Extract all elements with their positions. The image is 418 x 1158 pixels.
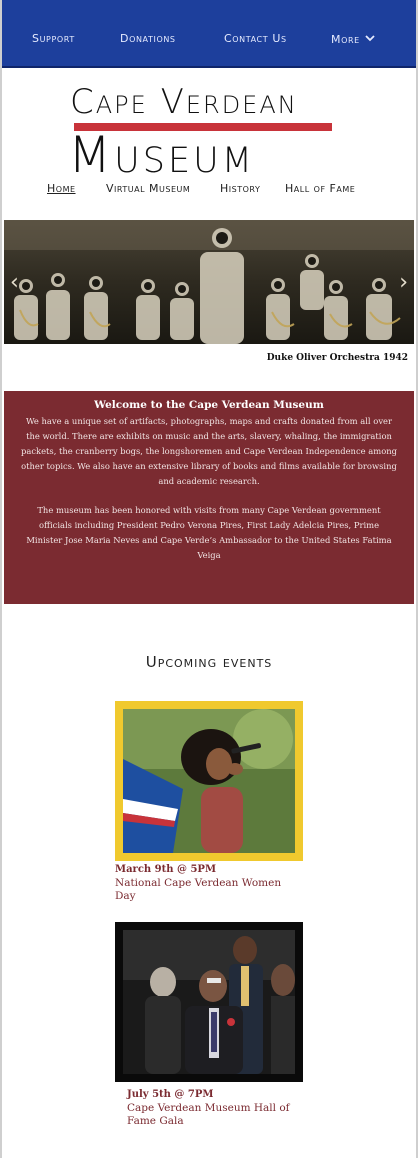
hero-slider[interactable]: ‹ › xyxy=(4,220,414,344)
main-navigation: Home Virtual Museum History Hall of Fame xyxy=(0,182,418,200)
event-1-image[interactable] xyxy=(115,701,303,861)
logo-line-2: Museum xyxy=(68,126,255,184)
orchestra-photo xyxy=(4,220,414,344)
nav-contact-us[interactable]: Contact Us xyxy=(224,32,287,45)
event-2-title[interactable]: Cape Verdean Museum Hall of Fame Gala xyxy=(127,1102,307,1128)
welcome-paragraph-2: The museum has been honored with visits … xyxy=(26,505,392,560)
welcome-title: Welcome to the Cape Verdean Museum xyxy=(94,399,324,411)
logo-line-1: Cape Verdean xyxy=(70,82,298,122)
top-navigation: Support Donations Contact Us More xyxy=(2,0,416,68)
nav-hall-of-fame[interactable]: Hall of Fame xyxy=(285,182,355,195)
event-2-date: July 5th @ 7PM xyxy=(127,1089,214,1100)
nav-virtual-museum[interactable]: Virtual Museum xyxy=(106,182,190,195)
chevron-right-icon[interactable]: › xyxy=(399,272,408,294)
gala-photo xyxy=(123,930,295,1074)
welcome-paragraph-1: We have a unique set of artifacts, photo… xyxy=(20,416,397,486)
welcome-section: Welcome to the Cape Verdean Museum We ha… xyxy=(4,391,414,604)
nav-more-label: More xyxy=(331,33,360,46)
nav-history[interactable]: History xyxy=(220,182,260,195)
event-2-image[interactable] xyxy=(115,922,303,1082)
upcoming-events-heading: Upcoming events xyxy=(145,653,273,671)
nav-support[interactable]: Support xyxy=(32,32,75,45)
event-1-title[interactable]: National Cape Verdean Women Day xyxy=(115,877,295,903)
chevron-left-icon[interactable]: ‹ xyxy=(10,272,19,294)
slider-caption: Duke Oliver Orchestra 1942 xyxy=(266,353,408,363)
nav-donations[interactable]: Donations xyxy=(120,32,176,45)
nav-more[interactable]: More xyxy=(331,32,375,46)
chevron-down-icon xyxy=(365,32,375,45)
nav-home[interactable]: Home xyxy=(47,182,76,195)
singer-photo xyxy=(123,709,295,853)
event-1-date: March 9th @ 5PM xyxy=(115,864,217,875)
museum-logo[interactable]: Cape Verdean Museum xyxy=(60,82,350,184)
